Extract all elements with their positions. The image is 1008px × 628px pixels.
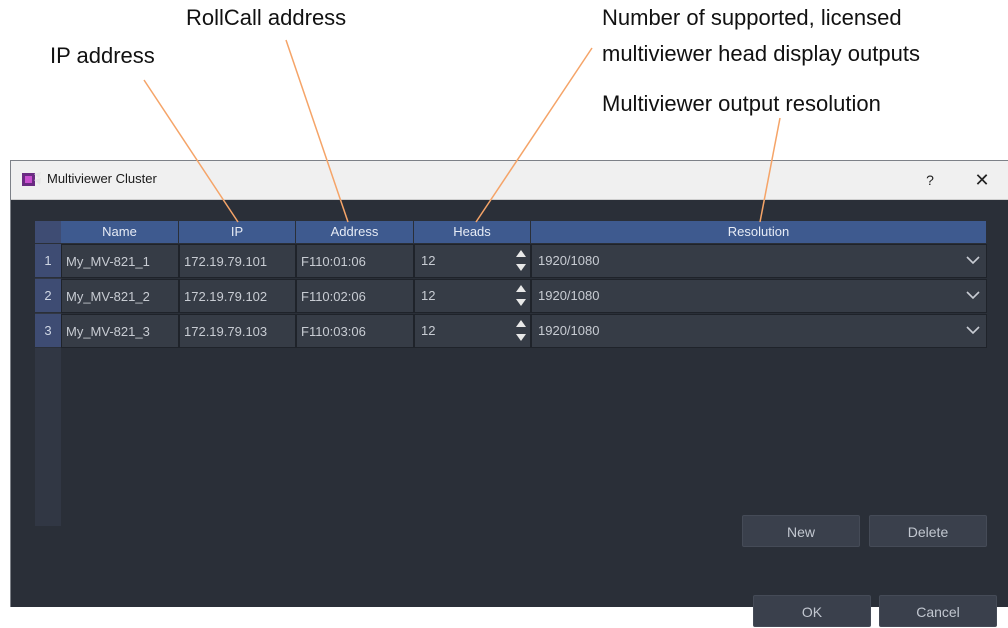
callout-resolution: Multiviewer output resolution [602,91,881,116]
ip-cell[interactable]: 172.19.79.101 [179,244,296,278]
help-button[interactable]: ? [919,169,941,191]
close-button[interactable]: ✕ [971,169,993,191]
address-cell[interactable]: F110:01:06 [296,244,414,278]
column-header-resolution[interactable]: Resolution [531,221,987,243]
row-number[interactable]: 1 [35,244,61,278]
table-corner [35,221,61,243]
delete-button[interactable]: Delete [869,515,987,547]
name-cell[interactable]: My_MV-821_3 [61,314,179,348]
callout-ip-address: IP address [50,43,155,68]
chevron-down-icon[interactable] [966,253,980,267]
heads-value: 12 [421,288,436,303]
chevron-down-icon[interactable] [966,288,980,302]
ip-cell[interactable]: 172.19.79.103 [179,314,296,348]
resolution-dropdown[interactable]: 1920/1080 [531,279,987,313]
row-number[interactable]: 3 [35,314,61,348]
spin-down-icon[interactable] [516,299,526,306]
cancel-button[interactable]: Cancel [879,595,997,627]
address-cell[interactable]: F110:02:06 [296,279,414,313]
resolution-dropdown[interactable]: 1920/1080 [531,314,987,348]
spin-up-icon[interactable] [516,250,526,257]
resolution-dropdown[interactable]: 1920/1080 [531,244,987,278]
multiviewer-app-icon [22,172,41,186]
callout-heads-line1: Number of supported, licensed [602,5,902,30]
multiviewer-cluster-dialog: Multiviewer Cluster ? ✕ Name IP Address … [10,160,1008,627]
address-cell[interactable]: F110:03:06 [296,314,414,348]
column-header-ip[interactable]: IP [179,221,296,243]
heads-spinbox[interactable]: 12 [414,279,531,313]
dialog-title: Multiviewer Cluster [47,171,157,186]
column-header-name[interactable]: Name [61,221,179,243]
row-number[interactable]: 2 [35,279,61,313]
name-cell[interactable]: My_MV-821_2 [61,279,179,313]
resolution-value: 1920/1080 [538,323,600,338]
resolution-value: 1920/1080 [538,253,600,268]
spin-down-icon[interactable] [516,334,526,341]
chevron-down-icon[interactable] [966,323,980,337]
spin-down-icon[interactable] [516,264,526,271]
column-header-heads[interactable]: Heads [414,221,531,243]
spin-up-icon[interactable] [516,320,526,327]
callout-heads-line2: multiviewer head display outputs [602,41,920,66]
new-button[interactable]: New [742,515,860,547]
spin-up-icon[interactable] [516,285,526,292]
heads-value: 12 [421,323,436,338]
heads-spinbox[interactable]: 12 [414,314,531,348]
callout-rollcall-address: RollCall address [186,5,347,30]
ok-button[interactable]: OK [753,595,871,627]
name-cell[interactable]: My_MV-821_1 [61,244,179,278]
heads-spinbox[interactable]: 12 [414,244,531,278]
title-bar: Multiviewer Cluster ? ✕ [11,161,1008,200]
column-header-address[interactable]: Address [296,221,414,243]
heads-value: 12 [421,253,436,268]
ip-cell[interactable]: 172.19.79.102 [179,279,296,313]
resolution-value: 1920/1080 [538,288,600,303]
